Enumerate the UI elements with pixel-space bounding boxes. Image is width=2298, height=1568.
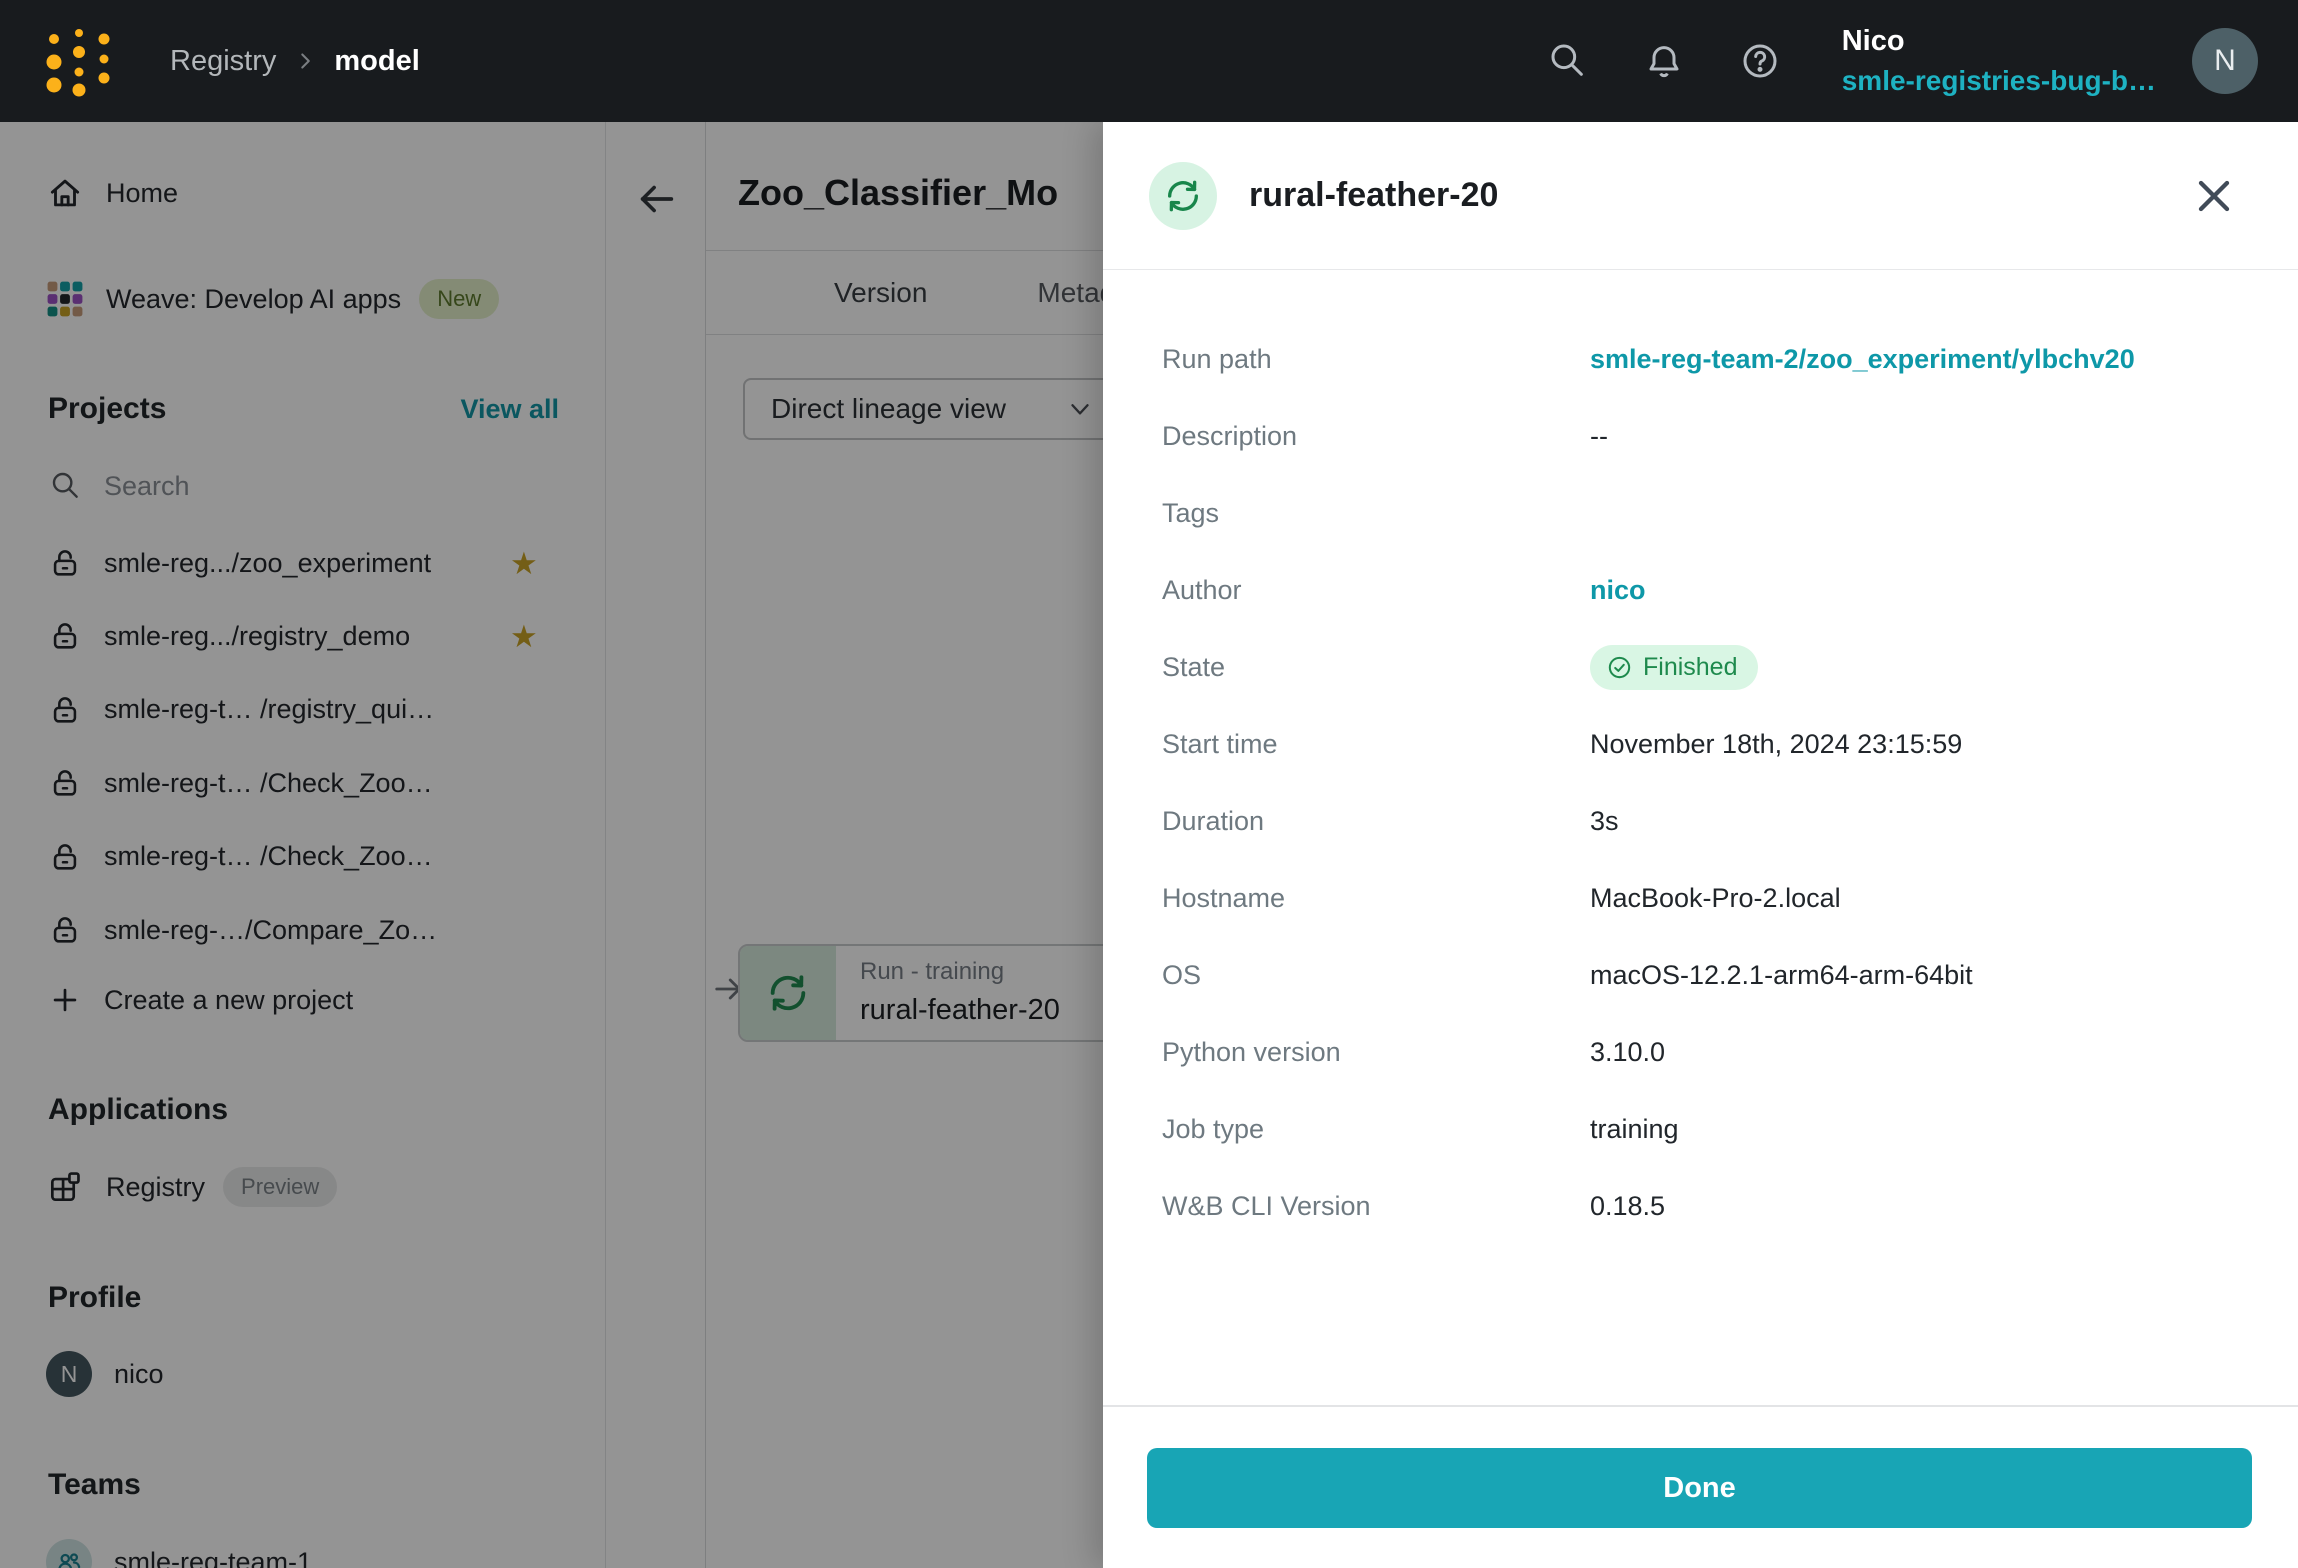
drawer-header: rural-feather-20 [1103, 122, 2298, 270]
detail-row: Tags [1103, 475, 2298, 552]
detail-label: Python version [1162, 1037, 1341, 1067]
navbar-right: Nico smle-registries-bug-b… N [1492, 25, 2258, 97]
detail-label: Job type [1162, 1114, 1265, 1144]
detail-row: Description -- [1103, 398, 2298, 475]
detail-value-link[interactable]: nico [1590, 575, 1646, 606]
user-org: smle-registries-bug-b… [1841, 64, 2156, 96]
detail-value: training [1590, 1114, 1679, 1144]
detail-value: 0.18.5 [1590, 1191, 1666, 1221]
detail-label: Description [1162, 421, 1298, 451]
avatar[interactable]: N [2192, 28, 2258, 94]
detail-label: Duration [1162, 806, 1265, 836]
wandb-logo-icon[interactable] [46, 25, 112, 97]
user-menu[interactable]: Nico smle-registries-bug-b… [1842, 25, 2156, 97]
check-circle-icon [1608, 656, 1631, 679]
detail-label: W&B CLI Version [1162, 1191, 1371, 1221]
detail-label: Run path [1162, 344, 1272, 374]
detail-row: Duration 3s [1103, 783, 2298, 860]
detail-label: State [1162, 652, 1226, 682]
breadcrumb-registry[interactable]: Registry [170, 45, 276, 78]
detail-label: OS [1162, 960, 1202, 990]
detail-row: Author nico [1103, 552, 2298, 629]
detail-row: Run path smle-reg-team-2/zoo_experiment/… [1103, 321, 2298, 398]
done-button[interactable]: Done [1147, 1448, 2252, 1528]
detail-row: Job type training [1103, 1091, 2298, 1168]
detail-row: Start time November 18th, 2024 23:15:59 [1103, 706, 2298, 783]
breadcrumb: Registry model [170, 45, 420, 78]
detail-value: -- [1590, 421, 1608, 451]
run-refresh-icon [1149, 161, 1217, 230]
user-name: Nico [1841, 25, 1905, 58]
detail-label: Hostname [1162, 883, 1286, 913]
detail-value: November 18th, 2024 23:15:59 [1590, 729, 1963, 759]
detail-row: W&B CLI Version 0.18.5 [1103, 1168, 2298, 1245]
top-navbar: Registry model Nico smle-registries-bug-… [0, 0, 2298, 122]
breadcrumb-model[interactable]: model [334, 45, 419, 78]
run-details-table: Run path smle-reg-team-2/zoo_experiment/… [1103, 270, 2298, 1245]
close-icon[interactable] [2188, 170, 2240, 222]
dim-overlay[interactable] [0, 122, 1103, 1568]
detail-label: Tags [1162, 498, 1220, 528]
search-icon[interactable] [1548, 41, 1588, 81]
footer-divider [1103, 1405, 2298, 1407]
detail-label: Start time [1162, 729, 1278, 759]
detail-row: Hostname MacBook-Pro-2.local [1103, 860, 2298, 937]
detail-value-link[interactable]: smle-reg-team-2/zoo_experiment/ylbchv20 [1590, 344, 2135, 375]
help-icon[interactable] [1740, 41, 1780, 81]
detail-value: 3.10.0 [1590, 1037, 1666, 1067]
detail-row: Python version 3.10.0 [1103, 1014, 2298, 1091]
detail-row: State Finished [1103, 629, 2298, 706]
app-root: Registry model Nico smle-registries-bug-… [0, 0, 2298, 1568]
detail-value: MacBook-Pro-2.local [1590, 883, 1841, 913]
state-badge: Finished [1590, 645, 1758, 690]
bell-icon[interactable] [1644, 41, 1684, 81]
chevron-right-icon [292, 48, 318, 74]
detail-label: Author [1162, 575, 1242, 605]
detail-value: macOS-12.2.1-arm64-arm-64bit [1590, 960, 1973, 990]
detail-row: OS macOS-12.2.1-arm64-arm-64bit [1103, 937, 2298, 1014]
detail-value: 3s [1590, 806, 1619, 836]
drawer-title: rural-feather-20 [1249, 176, 1499, 214]
run-details-drawer: rural-feather-20 Run path smle-reg-team-… [1103, 122, 2298, 1568]
